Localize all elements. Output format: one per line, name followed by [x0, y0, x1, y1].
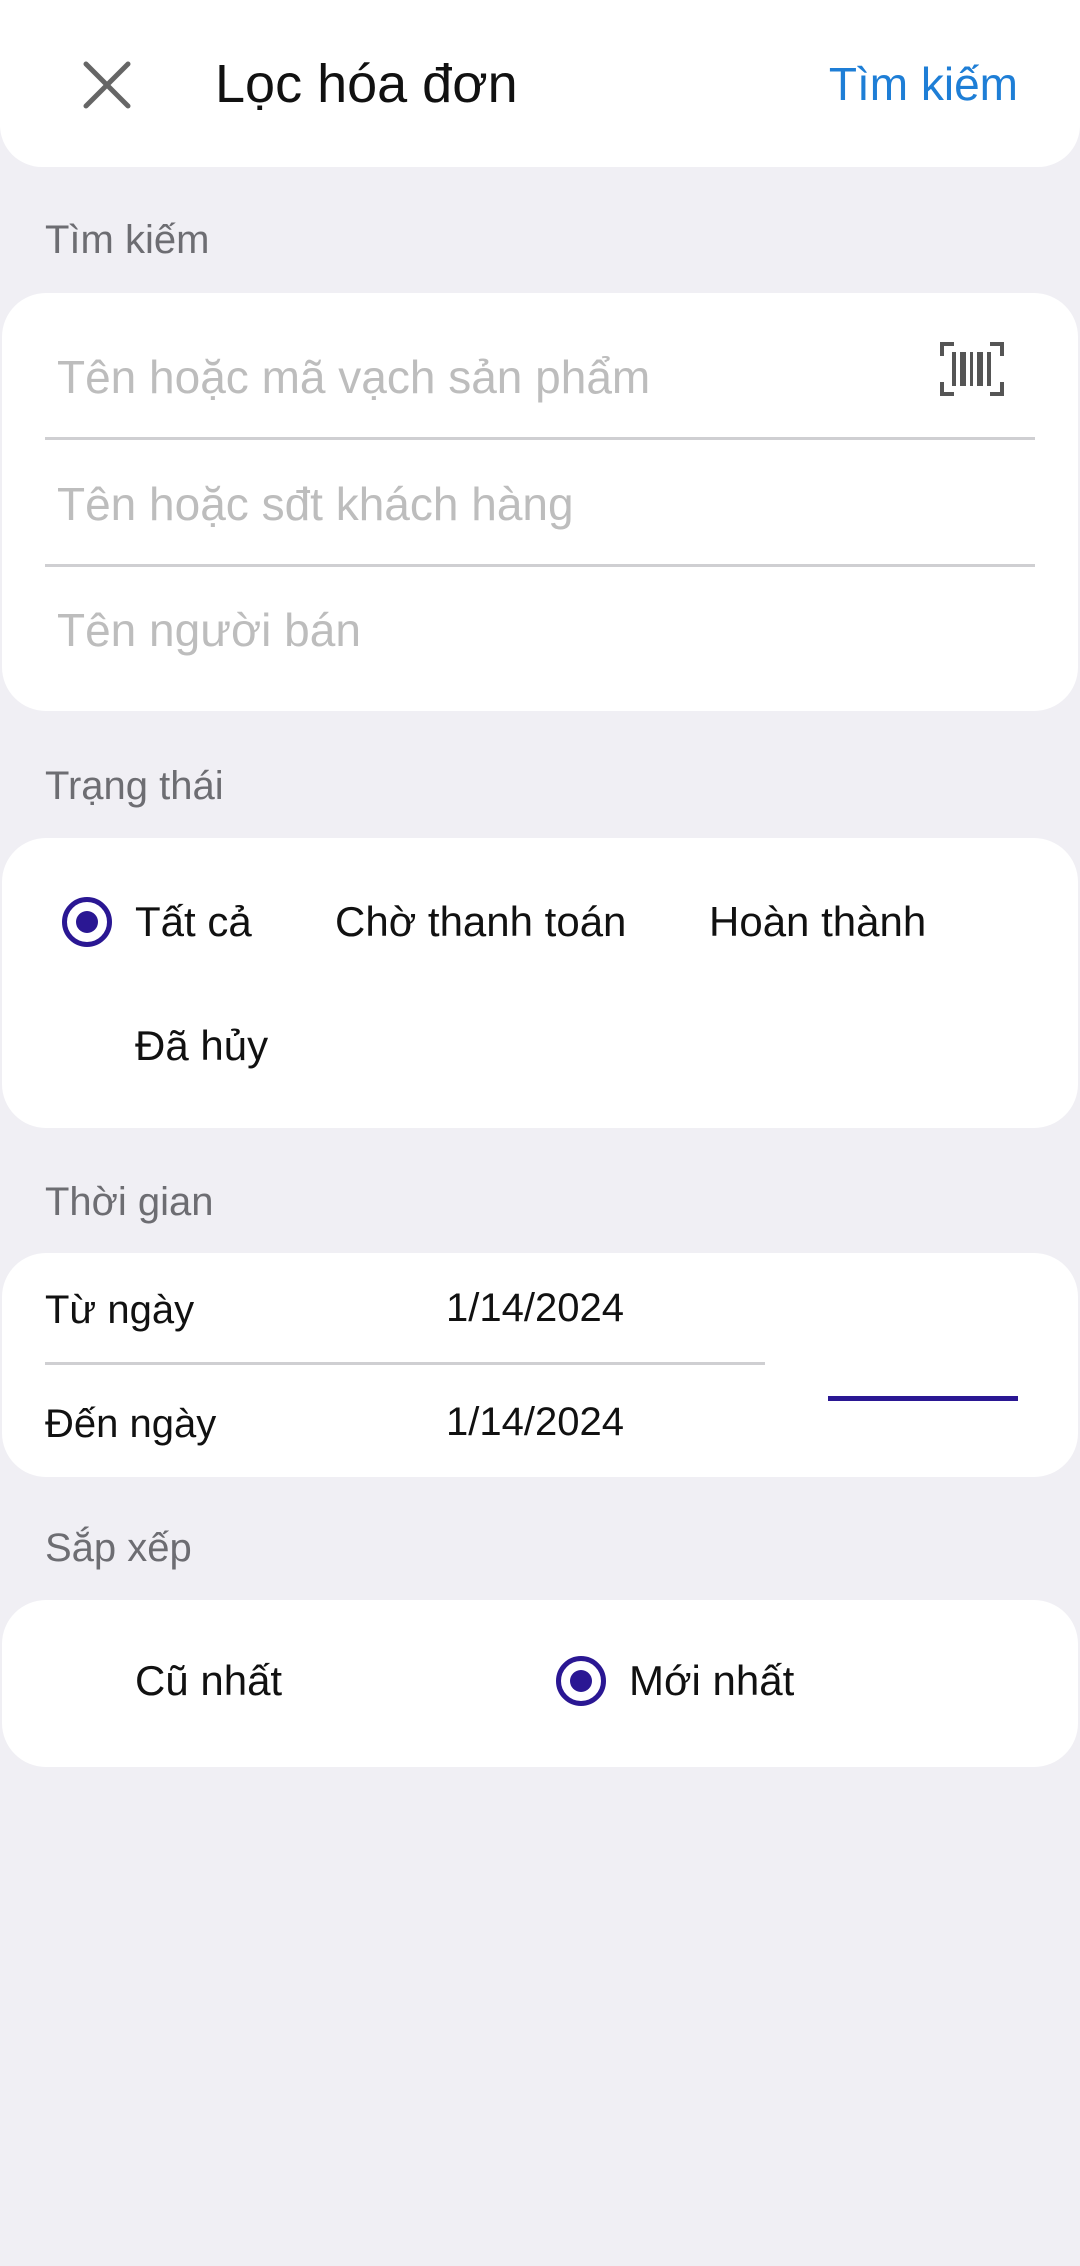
- product-search-input[interactable]: [45, 314, 945, 440]
- to-date-value[interactable]: 1/14/2024: [446, 1394, 624, 1450]
- sort-option-newest[interactable]: Mới nhất: [556, 1645, 876, 1725]
- status-option-cancelled[interactable]: Đã hủy: [62, 1010, 312, 1090]
- status-option-all[interactable]: Tất cả: [62, 886, 292, 966]
- status-section-label: Trạng thái: [45, 764, 224, 808]
- search-button[interactable]: Tìm kiếm: [829, 52, 1018, 116]
- from-date-value[interactable]: 1/14/2024: [446, 1280, 624, 1336]
- radio-selected-icon: [62, 897, 112, 947]
- time-section-label: Thời gian: [45, 1180, 214, 1224]
- divider: [45, 1362, 765, 1365]
- product-search-field: [45, 314, 1035, 440]
- seller-search-input[interactable]: [45, 566, 945, 694]
- close-icon[interactable]: [78, 56, 136, 114]
- sort-section-label: Sắp xếp: [45, 1526, 192, 1570]
- customer-search-field: [45, 441, 1035, 567]
- customer-search-input[interactable]: [45, 441, 945, 567]
- seller-search-field: [45, 566, 1035, 694]
- sort-option-oldest[interactable]: Cũ nhất: [62, 1645, 362, 1725]
- status-option-completed[interactable]: Hoàn thành: [636, 886, 976, 966]
- top-bar: Lọc hóa đơn Tìm kiếm: [0, 0, 1080, 167]
- radio-selected-icon: [556, 1656, 606, 1706]
- page-title: Lọc hóa đơn: [215, 54, 518, 114]
- from-date-label: Từ ngày: [45, 1288, 195, 1332]
- status-option-pending[interactable]: Chờ thanh toán: [262, 886, 662, 966]
- divider: [45, 437, 1035, 440]
- to-date-label: Đến ngày: [45, 1402, 217, 1446]
- barcode-scan-icon[interactable]: [940, 342, 1004, 396]
- search-section-label: Tìm kiếm: [45, 218, 210, 262]
- accent-line: [828, 1396, 1018, 1401]
